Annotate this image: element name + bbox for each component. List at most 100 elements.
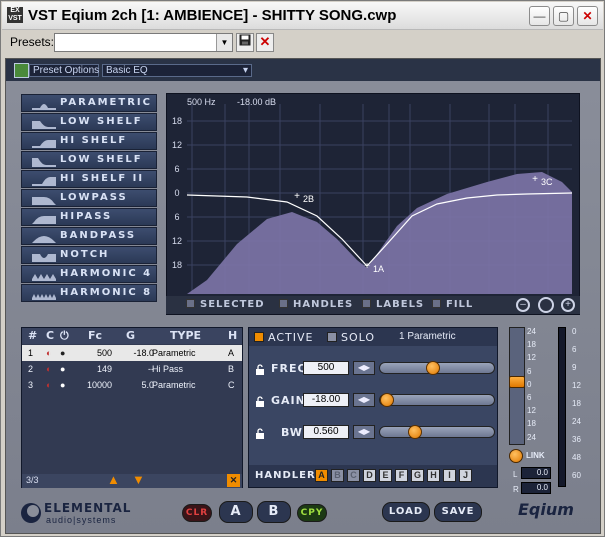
gain-slider[interactable] — [379, 393, 495, 407]
bw-lock-icon[interactable] — [255, 428, 265, 439]
zoom-in-icon[interactable]: + — [561, 298, 575, 312]
presets-dropdown[interactable]: ▼ — [54, 33, 233, 52]
gain-value-field[interactable]: -18.00 — [303, 393, 349, 407]
filter-parametric-button[interactable]: PARAMETRIC — [21, 94, 157, 112]
handler-key-j[interactable]: J — [459, 469, 472, 482]
chevron-down-icon[interactable]: ▼ — [216, 34, 232, 51]
filter-hipass-button[interactable]: HIPASS — [21, 208, 157, 226]
meter-scale-tick: 24 — [572, 417, 581, 426]
load-button[interactable]: LOAD — [382, 502, 430, 522]
meter-scale-tick: 48 — [572, 453, 581, 462]
zoom-fit-icon[interactable] — [538, 297, 554, 313]
filter-low-shelf-ii-button[interactable]: LOW SHELF II — [21, 151, 157, 181]
maximize-icon[interactable]: ▢ — [553, 6, 574, 26]
gain-spinner[interactable]: ◀▶ — [353, 393, 375, 407]
labels-toggle[interactable]: LABELS — [362, 299, 424, 310]
band-count: 3/3 — [26, 475, 39, 485]
fill-toggle[interactable]: FILL — [432, 299, 473, 310]
solo-checkbox[interactable] — [327, 332, 337, 342]
labels-checkbox[interactable] — [362, 299, 371, 308]
gain-scale-tick: 0 — [527, 379, 532, 389]
l-value[interactable]: 0.0 — [521, 467, 551, 479]
move-up-icon[interactable]: ▲ — [107, 473, 120, 486]
eq-graph[interactable]: 181260612182040601002004006001k2k4k6k10k… — [166, 93, 580, 315]
filter-low-shelf-button[interactable]: LOW SHELF — [21, 113, 157, 131]
handles-checkbox[interactable] — [279, 299, 288, 308]
active-checkbox[interactable] — [254, 332, 264, 342]
gain-slider-knob[interactable] — [380, 393, 394, 407]
bw-slider[interactable] — [379, 425, 495, 439]
y-tick-label: 6 — [174, 164, 179, 174]
band-controls-header: ACTIVE SOLO 1 Parametric — [249, 328, 497, 346]
minimize-icon[interactable]: — — [529, 6, 550, 26]
handler-key-f[interactable]: F — [395, 469, 408, 482]
handler-key-d[interactable]: D — [363, 469, 376, 482]
band-row[interactable]: 1 500 -18.0 Parametric A ◐ ● — [22, 345, 242, 361]
delete-band-icon[interactable]: ✕ — [227, 474, 240, 487]
bw-value-field[interactable]: 0.560 — [303, 425, 349, 439]
filter-lowpass-button[interactable]: LOWPASS — [21, 189, 157, 207]
output-gain-strip: 24 18 12 6 0 6 12 18 24 LINK L 0.0 R 0.0 — [505, 327, 553, 494]
band-enable-icon[interactable]: ● — [60, 380, 65, 390]
handler-key-h[interactable]: H — [427, 469, 440, 482]
preset-options-icon[interactable] — [14, 63, 29, 78]
zoom-out-icon[interactable]: – — [516, 298, 530, 312]
filter-harmonic-8-button[interactable]: HARMONIC 8 — [21, 284, 157, 302]
stereo-channel-icon[interactable]: ◐ — [46, 364, 51, 374]
close-icon[interactable]: ✕ — [577, 6, 598, 26]
stereo-channel-icon[interactable]: ◐ — [46, 348, 51, 358]
plugin-preset-dropdown[interactable]: Basic EQ ▾ — [102, 64, 252, 77]
gain-fader-knob[interactable] — [509, 376, 525, 388]
handler-key-e[interactable]: E — [379, 469, 392, 482]
eq-curve-plot[interactable]: 181260612182040601002004006001k2k4k6k10k… — [167, 94, 579, 314]
bw-slider-knob[interactable] — [408, 425, 422, 439]
a-button[interactable]: A — [219, 501, 253, 523]
bw-label: BW — [281, 426, 303, 439]
selected-checkbox[interactable] — [186, 299, 195, 308]
hi-shelf-icon — [32, 140, 56, 148]
move-down-icon[interactable]: ▼ — [132, 473, 145, 486]
freq-lock-icon[interactable] — [255, 364, 265, 375]
freq-value-field[interactable]: 500 — [303, 361, 349, 375]
save-button[interactable]: SAVE — [434, 502, 482, 522]
handles-toggle[interactable]: HANDLES — [279, 299, 353, 310]
graph-footer: SELECTED HANDLES LABELS FILL – + — [166, 296, 580, 314]
band-enable-icon[interactable]: ● — [60, 348, 65, 358]
b-button[interactable]: B — [257, 501, 291, 523]
filter-hi-shelf-ii-button[interactable]: HI SHELF II — [21, 170, 157, 188]
freq-slider[interactable] — [379, 361, 495, 375]
gain-fader-track[interactable] — [509, 327, 525, 445]
stereo-channel-icon[interactable]: ◐ — [46, 380, 51, 390]
filter-bandpass-button[interactable]: BANDPASS — [21, 227, 157, 245]
fill-checkbox[interactable] — [432, 299, 441, 308]
copy-button[interactable]: CPY — [297, 504, 327, 522]
preset-options-dropdown[interactable]: Preset Options ▾ — [29, 64, 107, 77]
plugin-preset-value: Basic EQ — [106, 65, 148, 76]
handler-key-a[interactable]: A — [315, 469, 328, 482]
filter-notch-button[interactable]: NOTCH — [21, 246, 157, 264]
gain-readout: -18.00 dB — [237, 97, 277, 107]
handler-key-b[interactable]: B — [331, 469, 344, 482]
freq-spinner[interactable]: ◀▶ — [353, 361, 375, 375]
clear-button[interactable]: CLR — [182, 504, 212, 522]
bw-spinner[interactable]: ◀▶ — [353, 425, 375, 439]
handler-key-i[interactable]: I — [443, 469, 456, 482]
band-row[interactable]: 3 10000 5.0 Parametric C ◐ ● — [22, 377, 242, 393]
band-enable-icon[interactable]: ● — [60, 364, 65, 374]
band-row[interactable]: 2 149 -- Hi Pass B ◐ ● — [22, 361, 242, 377]
selected-toggle[interactable]: SELECTED — [186, 299, 265, 310]
floppy-icon[interactable] — [236, 33, 254, 52]
handler-key-c[interactable]: C — [347, 469, 360, 482]
title-bar[interactable]: EX VST VST Eqium 2ch [1: AMBIENCE] - SHIT… — [2, 2, 603, 30]
meter-scale-tick: 36 — [572, 435, 581, 444]
delete-preset-icon[interactable]: ✕ — [256, 33, 274, 52]
handler-key-g[interactable]: G — [411, 469, 424, 482]
filter-hi-shelf-button[interactable]: HI SHELF — [21, 132, 157, 150]
filter-harmonic-4-button[interactable]: HARMONIC 4 — [21, 265, 157, 283]
gain-lock-icon[interactable] — [255, 396, 265, 407]
freq-slider-knob[interactable] — [426, 361, 440, 375]
presets-label: Presets: — [10, 35, 55, 49]
handles-label: HANDLES — [293, 299, 354, 310]
eqium-plugin: Preset Options ▾ Basic EQ ▾ PARAMETRIC LO… — [5, 58, 601, 534]
link-button[interactable] — [509, 449, 523, 463]
